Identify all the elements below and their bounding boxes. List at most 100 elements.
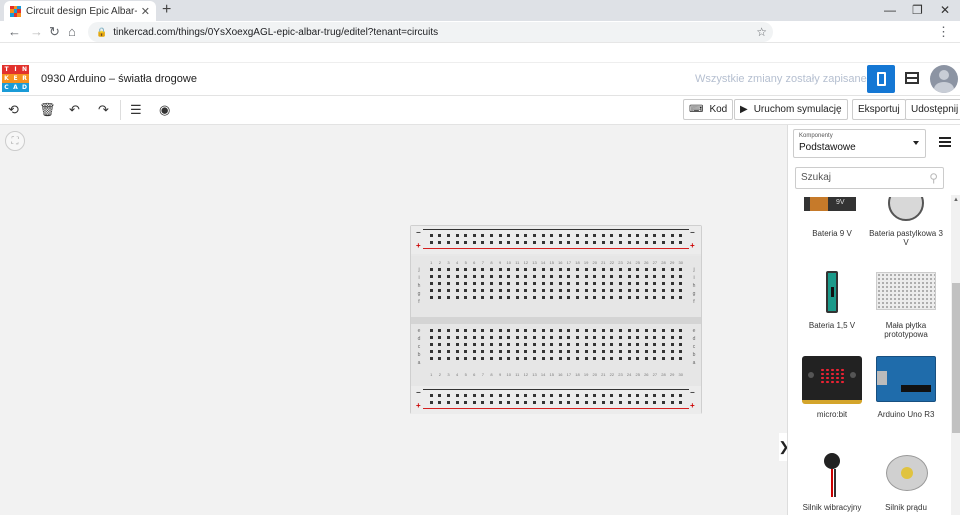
breadboard-hole[interactable]: [446, 394, 450, 397]
breadboard-hole[interactable]: [627, 329, 631, 332]
delete-icon[interactable]: 🗑: [39, 102, 56, 118]
breadboard-hole[interactable]: [558, 241, 562, 244]
breadboard-hole[interactable]: [575, 268, 579, 271]
breadboard-hole[interactable]: [489, 401, 493, 404]
breadboard-hole[interactable]: [481, 296, 485, 299]
breadboard-hole[interactable]: [627, 336, 631, 339]
breadboard-hole[interactable]: [515, 357, 519, 360]
breadboard-hole[interactable]: [558, 282, 562, 285]
breadboard-hole[interactable]: [584, 350, 588, 353]
breadboard-hole[interactable]: [550, 350, 554, 353]
breadboard-hole[interactable]: [515, 401, 519, 404]
breadboard-hole[interactable]: [515, 394, 519, 397]
breadboard-hole[interactable]: [610, 234, 614, 237]
breadboard-hole[interactable]: [515, 296, 519, 299]
component-list-view-button[interactable]: [905, 72, 919, 84]
breadboard-hole[interactable]: [532, 329, 536, 332]
breadboard-hole[interactable]: [455, 234, 459, 237]
breadboard-hole[interactable]: [524, 401, 528, 404]
breadboard-hole[interactable]: [498, 268, 502, 271]
breadboard-hole[interactable]: [455, 268, 459, 271]
breadboard-hole[interactable]: [644, 234, 648, 237]
window-close-button[interactable]: ✕: [940, 3, 950, 17]
breadboard-hole[interactable]: [653, 394, 657, 397]
breadboard-hole[interactable]: [679, 296, 683, 299]
breadboard-hole[interactable]: [438, 275, 442, 278]
breadboard-hole[interactable]: [558, 357, 562, 360]
url-input[interactable]: 🔒 tinkercad.com/things/0YsXoexgAGL-epic-…: [88, 22, 773, 42]
breadboard-hole[interactable]: [653, 401, 657, 404]
breadboard-hole[interactable]: [541, 275, 545, 278]
avatar[interactable]: [930, 65, 958, 93]
breadboard-hole[interactable]: [627, 275, 631, 278]
breadboard-hole[interactable]: [644, 296, 648, 299]
breadboard-hole[interactable]: [541, 296, 545, 299]
breadboard-hole[interactable]: [567, 289, 571, 292]
reload-icon[interactable]: ↻: [49, 24, 60, 40]
breadboard-hole[interactable]: [644, 241, 648, 244]
breadboard-hole[interactable]: [481, 234, 485, 237]
breadboard-hole[interactable]: [446, 268, 450, 271]
breadboard-hole[interactable]: [464, 296, 468, 299]
breadboard-hole[interactable]: [567, 241, 571, 244]
breadboard-hole[interactable]: [472, 289, 476, 292]
breadboard-hole[interactable]: [446, 350, 450, 353]
breadboard-hole[interactable]: [489, 241, 493, 244]
breadboard-hole[interactable]: [498, 343, 502, 346]
breadboard-hole[interactable]: [584, 329, 588, 332]
breadboard-hole[interactable]: [481, 329, 485, 332]
breadboard-hole[interactable]: [618, 336, 622, 339]
breadboard-hole[interactable]: [610, 357, 614, 360]
breadboard-hole[interactable]: [524, 268, 528, 271]
breadboard-hole[interactable]: [601, 241, 605, 244]
breadboard-hole[interactable]: [679, 289, 683, 292]
breadboard-hole[interactable]: [498, 329, 502, 332]
breadboard-hole[interactable]: [541, 234, 545, 237]
breadboard-hole[interactable]: [601, 357, 605, 360]
breadboard-hole[interactable]: [670, 268, 674, 271]
visibility-eye-icon[interactable]: ◉: [159, 102, 170, 118]
breadboard-hole[interactable]: [679, 241, 683, 244]
breadboard-hole[interactable]: [575, 350, 579, 353]
search-input[interactable]: Szukaj ⚲: [795, 167, 944, 189]
breadboard-hole[interactable]: [464, 350, 468, 353]
breadboard-hole[interactable]: [498, 289, 502, 292]
breadboard-hole[interactable]: [644, 350, 648, 353]
breadboard-hole[interactable]: [610, 241, 614, 244]
breadboard-hole[interactable]: [515, 234, 519, 237]
breadboard-hole[interactable]: [464, 241, 468, 244]
breadboard-hole[interactable]: [541, 241, 545, 244]
component-item[interactable]: Bateria pastylkowa 3 V: [866, 197, 946, 247]
circuit-view-button[interactable]: [867, 65, 895, 93]
breadboard-hole[interactable]: [541, 343, 545, 346]
export-button[interactable]: Eksportuj: [852, 99, 906, 120]
breadboard-hole[interactable]: [438, 350, 442, 353]
breadboard-hole[interactable]: [636, 296, 640, 299]
breadboard-hole[interactable]: [481, 401, 485, 404]
breadboard-hole[interactable]: [446, 343, 450, 346]
breadboard-hole[interactable]: [524, 350, 528, 353]
breadboard-hole[interactable]: [472, 296, 476, 299]
breadboard-hole[interactable]: [481, 241, 485, 244]
breadboard-hole[interactable]: [567, 401, 571, 404]
breadboard-hole[interactable]: [618, 350, 622, 353]
scroll-up-arrow-icon[interactable]: ▲: [953, 197, 959, 203]
breadboard-hole[interactable]: [515, 329, 519, 332]
breadboard-hole[interactable]: [636, 350, 640, 353]
list-view-icon[interactable]: [939, 137, 951, 147]
breadboard-hole[interactable]: [610, 296, 614, 299]
breadboard-hole[interactable]: [489, 282, 493, 285]
breadboard-hole[interactable]: [575, 394, 579, 397]
breadboard-hole[interactable]: [610, 282, 614, 285]
breadboard-hole[interactable]: [567, 343, 571, 346]
breadboard[interactable]: − + − + 1 2 3 4 5 6 7 8 9 10 11 12 13 14 15 16 17 18 19 20 2…: [410, 225, 702, 414]
breadboard-hole[interactable]: [670, 296, 674, 299]
forward-arrow-icon[interactable]: →: [30, 24, 43, 40]
breadboard-hole[interactable]: [481, 343, 485, 346]
breadboard-hole[interactable]: [455, 296, 459, 299]
breadboard-hole[interactable]: [670, 350, 674, 353]
breadboard-hole[interactable]: [593, 275, 597, 278]
breadboard-hole[interactable]: [644, 357, 648, 360]
breadboard-hole[interactable]: [532, 289, 536, 292]
breadboard-hole[interactable]: [464, 329, 468, 332]
